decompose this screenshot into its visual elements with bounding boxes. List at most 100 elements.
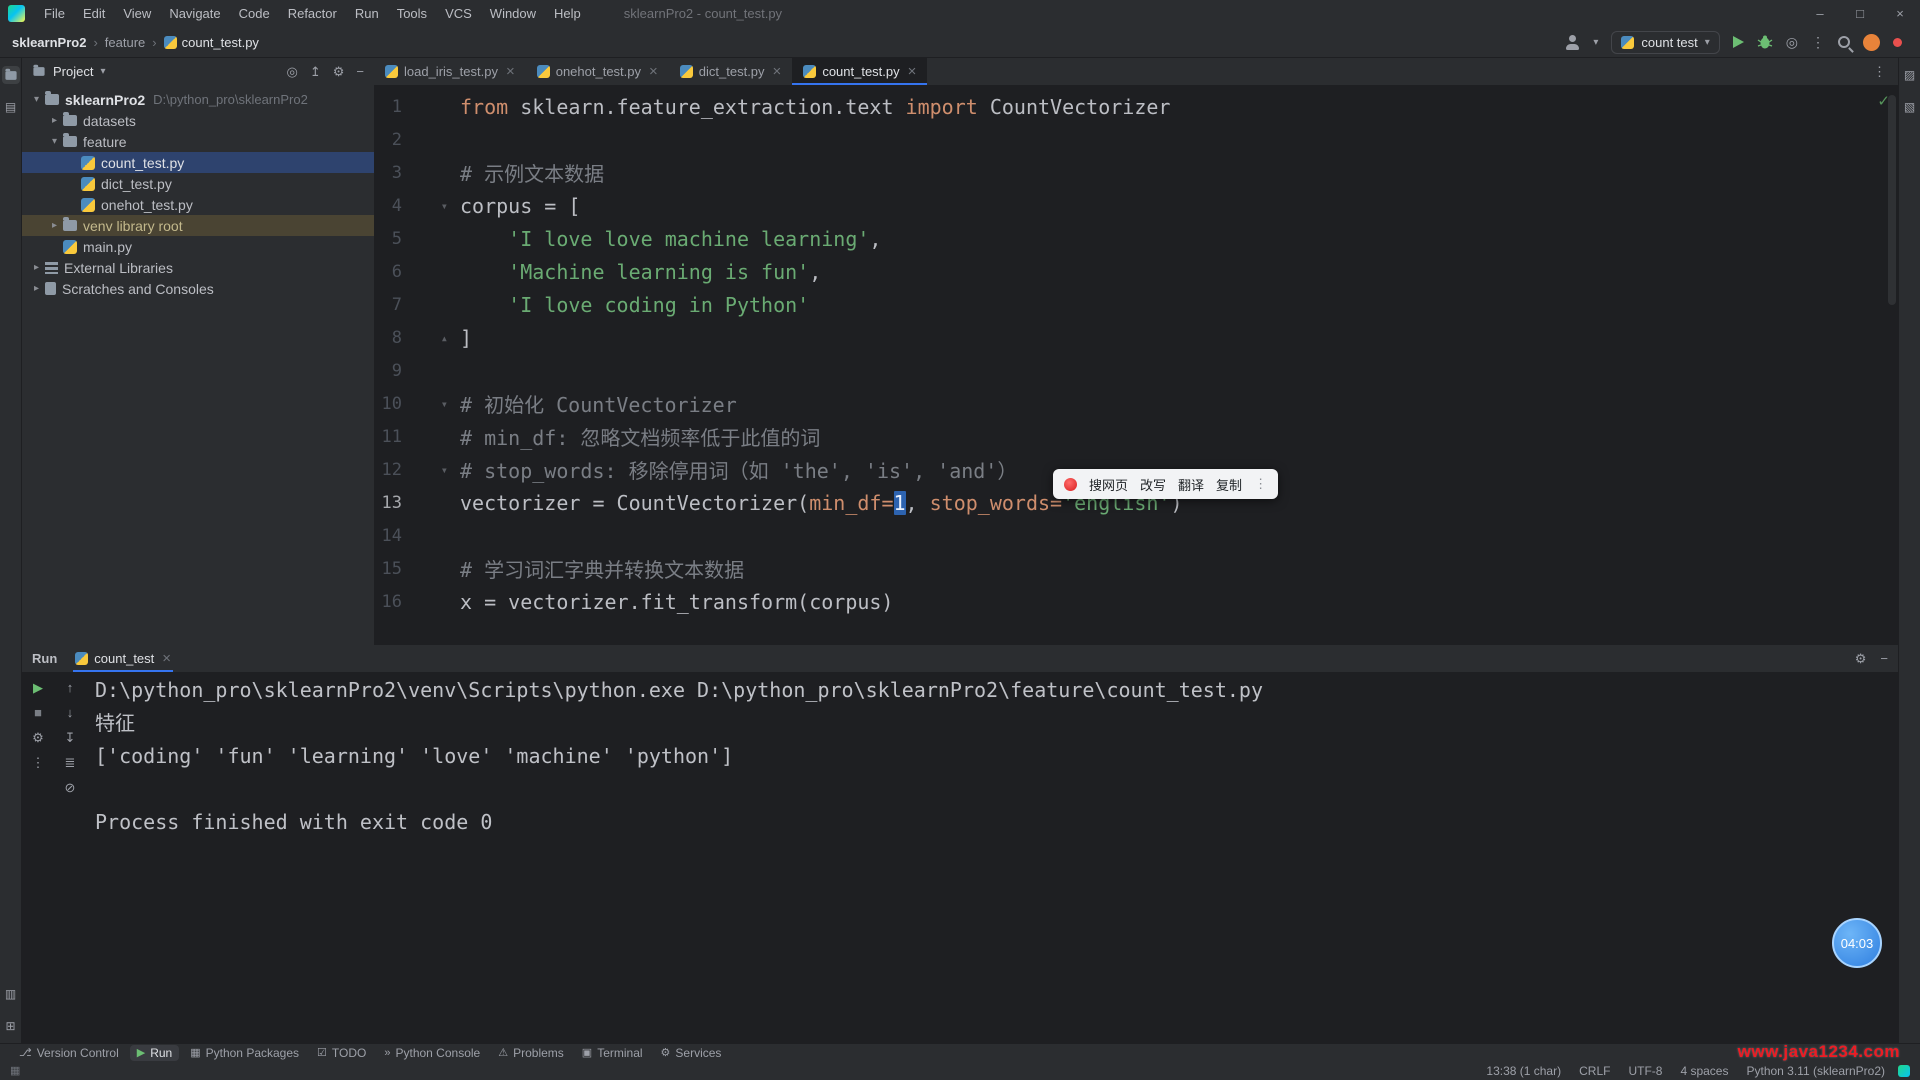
chevron-right-icon[interactable]: ▸ [46,220,63,231]
stop-icon[interactable]: ■ [34,706,42,720]
code-line-6[interactable]: 6 'Machine learning is fun', [374,255,1898,288]
scroll-to-end-icon[interactable]: ≣ [65,756,76,770]
fold-icon[interactable]: ▴ [402,331,460,345]
settings-icon[interactable]: ⚙ [32,731,44,745]
avatar[interactable] [1863,34,1880,51]
menu-file[interactable]: File [35,0,74,27]
up-stack-icon[interactable]: ↑ [67,681,74,695]
fold-icon[interactable]: ▾ [402,199,460,213]
collapse-all-icon[interactable]: ↥ [310,64,321,80]
popup-button-4[interactable]: 复制 [1216,475,1242,494]
status-4-spaces[interactable]: 4 spaces [1671,1064,1737,1078]
statusbar-version-control[interactable]: ⎇Version Control [12,1045,126,1061]
code-line-4[interactable]: 4▾corpus = [ [374,189,1898,222]
notifications-tool-button[interactable]: ▨ [1901,66,1919,84]
line-number[interactable]: 1 [374,97,402,117]
ide-status-icon[interactable] [1898,1065,1910,1077]
statusbar-run[interactable]: ▶Run [130,1045,179,1061]
menu-run[interactable]: Run [346,0,388,27]
chevron-right-icon[interactable]: ▸ [28,283,45,294]
code-line-10[interactable]: 10▾# 初始化 CountVectorizer [374,387,1898,420]
screen-recorder-timer[interactable]: 04:03 [1832,918,1882,968]
chevron-right-icon[interactable]: ▸ [46,115,63,126]
fold-icon[interactable]: ▾ [402,463,460,477]
line-number[interactable]: 15 [374,559,402,579]
status-corner-icon[interactable]: ▦ [10,1064,20,1077]
tree-item-datasets[interactable]: ▸datasets [22,110,374,131]
menu-edit[interactable]: Edit [74,0,114,27]
tab-options-kebab-icon[interactable]: ⋮ [1861,64,1898,80]
tree-item-scratches-and-consoles[interactable]: ▸Scratches and Consoles [22,278,374,299]
ai-assistant-tool-button[interactable]: ▧ [1901,98,1919,116]
close-icon[interactable]: × [506,63,515,80]
code-line-14[interactable]: 14 [374,519,1898,552]
statusbar-services[interactable]: ⚙Services [654,1045,729,1061]
search-icon[interactable] [1838,36,1850,48]
line-number[interactable]: 4 [374,196,402,216]
more-icon[interactable]: ⋮ [32,756,45,770]
console-output[interactable]: D:\python_pro\sklearnPro2\venv\Scripts\p… [95,674,1890,1043]
popup-button-2[interactable]: 改写 [1140,475,1166,494]
close-icon[interactable]: × [908,63,917,80]
code-line-7[interactable]: 7 'I love coding in Python' [374,288,1898,321]
menu-vcs[interactable]: VCS [436,0,481,27]
run-button[interactable] [1733,36,1744,48]
menu-window[interactable]: Window [481,0,545,27]
line-number[interactable]: 7 [374,295,402,315]
bookmarks-tool-button[interactable]: ▥ [2,985,20,1003]
tree-item-count-test-py[interactable]: count_test.py [22,152,374,173]
popup-kebab-icon[interactable]: ⋮ [1254,476,1267,492]
editor-tab-load-iris-test-py[interactable]: load_iris_test.py× [374,58,526,85]
fold-icon[interactable]: ▾ [402,397,460,411]
line-number[interactable]: 5 [374,229,402,249]
code-line-16[interactable]: 16x = vectorizer.fit_transform(corpus) [374,585,1898,618]
rerun-icon[interactable]: ▶ [33,681,43,695]
project-tool-button[interactable] [2,66,20,84]
breadcrumb-feature[interactable]: feature [105,35,145,50]
tree-item-feature[interactable]: ▾feature [22,131,374,152]
code-editor[interactable]: 1from sklearn.feature_extraction.text im… [374,85,1898,645]
line-number[interactable]: 11 [374,427,402,447]
close-icon[interactable]: × [773,63,782,80]
code-line-8[interactable]: 8▴] [374,321,1898,354]
statusbar-todo[interactable]: ☑TODO [310,1045,373,1061]
breadcrumb-sklearnpro2[interactable]: sklearnPro2 [12,35,86,50]
status-python-3-11-sklearnpro2[interactable]: Python 3.11 (sklearnPro2) [1737,1064,1894,1078]
line-number[interactable]: 10 [374,394,402,414]
editor-scrollbar[interactable] [1888,95,1896,305]
run-config-selector[interactable]: count test ▾ [1611,31,1719,54]
locate-file-icon[interactable]: ◎ [287,64,298,80]
status-13-38-1-char[interactable]: 13:38 (1 char) [1477,1064,1570,1078]
status-crlf[interactable]: CRLF [1570,1064,1619,1078]
coverage-button[interactable]: ◎ [1786,34,1798,50]
menu-refactor[interactable]: Refactor [279,0,346,27]
line-number[interactable]: 9 [374,361,402,381]
editor-tab-count-test-py[interactable]: count_test.py× [792,58,927,85]
user-icon[interactable] [1565,35,1580,50]
soft-wrap-icon[interactable]: ↧ [65,731,76,745]
statusbar-problems[interactable]: ⚠Problems [491,1045,571,1061]
line-number[interactable]: 12 [374,460,402,480]
code-line-11[interactable]: 11# min_df: 忽略文档频率低于此值的词 [374,420,1898,453]
code-line-1[interactable]: 1from sklearn.feature_extraction.text im… [374,90,1898,123]
tree-item-onehot-test-py[interactable]: onehot_test.py [22,194,374,215]
statusbar-terminal[interactable]: ▣Terminal [575,1045,650,1061]
console-tab-count-test[interactable]: count_test × [67,645,179,672]
breadcrumb-count-test-py[interactable]: count_test.py [164,35,259,50]
statusbar-python-console[interactable]: »Python Console [377,1045,487,1061]
line-number[interactable]: 6 [374,262,402,282]
code-line-15[interactable]: 15# 学习词汇字典并转换文本数据 [374,552,1898,585]
close-icon[interactable]: × [162,650,171,667]
debug-button[interactable] [1757,34,1773,50]
hide-panel-icon[interactable]: − [1880,651,1888,667]
tree-item-dict-test-py[interactable]: dict_test.py [22,173,374,194]
structure-tool-button[interactable]: ▤ [2,98,20,116]
menu-help[interactable]: Help [545,0,590,27]
line-number[interactable]: 13 [374,493,402,513]
gear-icon[interactable]: ⚙ [1855,651,1867,667]
chevron-down-icon[interactable]: ▾ [100,66,105,77]
gear-icon[interactable]: ⚙ [333,64,345,80]
code-line-2[interactable]: 2 [374,123,1898,156]
project-panel-title[interactable]: Project [53,64,93,79]
line-number[interactable]: 2 [374,130,402,150]
